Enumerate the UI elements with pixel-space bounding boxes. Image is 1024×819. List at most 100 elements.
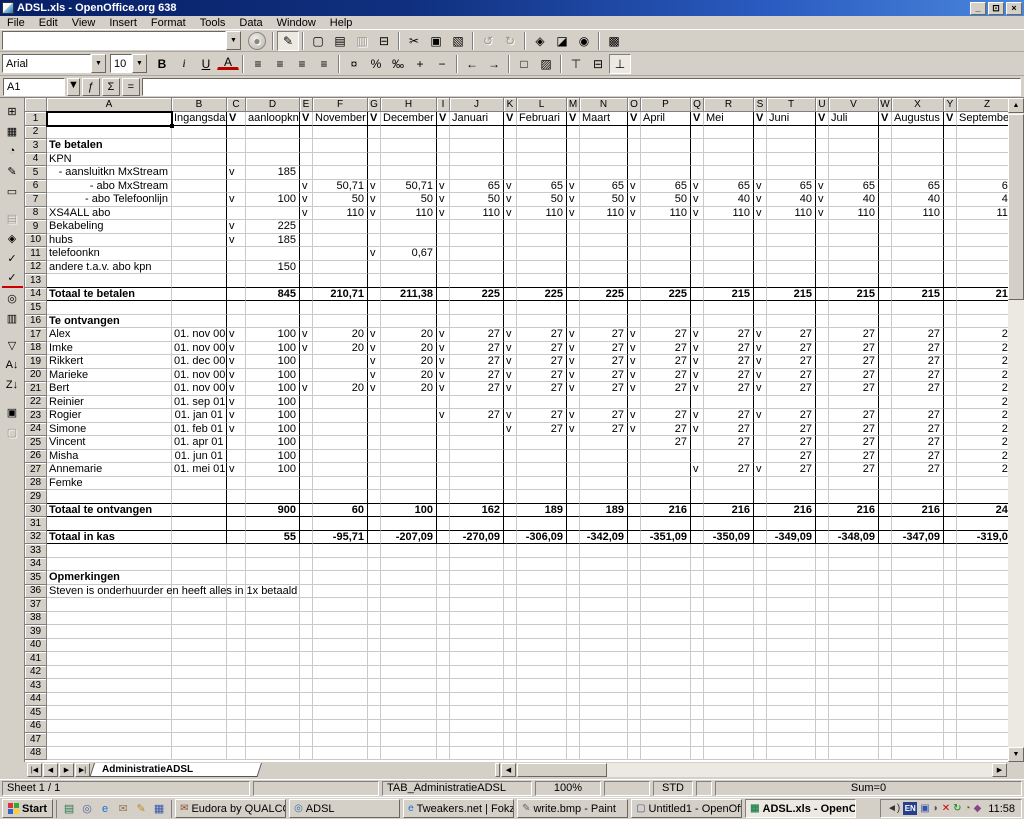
cell-q28[interactable] [691, 477, 704, 491]
cell-y30[interactable] [944, 504, 957, 518]
cell-o41[interactable] [628, 652, 641, 666]
search-icon[interactable]: ◎ [79, 801, 95, 817]
cell-p36[interactable] [641, 585, 691, 599]
sort-descending-icon[interactable]: Z↓ [2, 375, 23, 395]
cell-o43[interactable] [628, 679, 641, 693]
cell-j8[interactable]: 110 [450, 207, 504, 221]
cell-c20[interactable]: v [227, 369, 246, 383]
cell-j15[interactable] [450, 301, 504, 315]
cell-e13[interactable] [300, 274, 313, 288]
cell-w24[interactable] [879, 423, 892, 437]
cell-j10[interactable] [450, 234, 504, 248]
cell-s7[interactable]: v [754, 193, 767, 207]
cell-p38[interactable] [641, 612, 691, 626]
column-header-h[interactable]: H [381, 98, 437, 112]
cell-d7[interactable]: 100 [246, 193, 300, 207]
cell-c44[interactable] [227, 693, 246, 707]
cell-q15[interactable] [691, 301, 704, 315]
cell-s16[interactable] [754, 315, 767, 329]
cell-e48[interactable] [300, 747, 313, 761]
cell-l2[interactable] [517, 126, 567, 140]
cell-j3[interactable] [450, 139, 504, 153]
cell-b39[interactable] [172, 625, 227, 639]
cell-r5[interactable] [704, 166, 754, 180]
cell-w2[interactable] [879, 126, 892, 140]
cell-i11[interactable] [437, 247, 450, 261]
align-bottom-icon[interactable]: ⊥ [609, 54, 631, 74]
cell-r13[interactable] [704, 274, 754, 288]
cell-a17[interactable]: Alex [47, 328, 172, 342]
cell-k42[interactable] [504, 666, 517, 680]
cell-k14[interactable] [504, 288, 517, 302]
cell-o8[interactable]: v [628, 207, 641, 221]
cell-e40[interactable] [300, 639, 313, 653]
cell-a26[interactable]: Misha [47, 450, 172, 464]
cell-y7[interactable] [944, 193, 957, 207]
cell-v30[interactable]: 216 [829, 504, 879, 518]
cell-a25[interactable]: Vincent [47, 436, 172, 450]
cell-j39[interactable] [450, 625, 504, 639]
cell-a47[interactable] [47, 733, 172, 747]
cell-q41[interactable] [691, 652, 704, 666]
cell-y4[interactable] [944, 153, 957, 167]
cell-e25[interactable] [300, 436, 313, 450]
cell-c33[interactable] [227, 544, 246, 558]
cell-r4[interactable] [704, 153, 754, 167]
cell-v29[interactable] [829, 490, 879, 504]
row-header-30[interactable]: 30 [25, 504, 47, 518]
antivirus-icon[interactable]: ✕ [942, 803, 950, 814]
cell-m1[interactable]: V [567, 112, 580, 126]
cell-u28[interactable] [816, 477, 829, 491]
cell-c14[interactable] [227, 288, 246, 302]
cell-p4[interactable] [641, 153, 691, 167]
cell-u47[interactable] [816, 733, 829, 747]
cell-l35[interactable] [517, 571, 567, 585]
cell-v20[interactable]: 27 [829, 369, 879, 383]
cell-r17[interactable]: 27 [704, 328, 754, 342]
cell-c26[interactable] [227, 450, 246, 464]
align-top-icon[interactable]: ⊤ [565, 54, 587, 74]
cell-x48[interactable] [892, 747, 944, 761]
cell-b34[interactable] [172, 558, 227, 572]
cell-n36[interactable] [580, 585, 628, 599]
paste-icon[interactable]: ▧ [447, 31, 469, 51]
quickstart-icon[interactable]: ◆ [974, 803, 982, 814]
cell-n42[interactable] [580, 666, 628, 680]
cell-q24[interactable]: v [691, 423, 704, 437]
cell-r32[interactable]: -350,09 [704, 531, 754, 545]
volume-icon[interactable]: ◄) [887, 803, 900, 814]
menu-item-window[interactable]: Window [270, 16, 323, 30]
cell-g30[interactable] [368, 504, 381, 518]
cell-o12[interactable] [628, 261, 641, 275]
cell-k46[interactable] [504, 720, 517, 734]
cell-m13[interactable] [567, 274, 580, 288]
hscroll-left-icon[interactable]: ◀ [501, 763, 516, 777]
cell-y45[interactable] [944, 706, 957, 720]
cell-u43[interactable] [816, 679, 829, 693]
cell-c22[interactable]: v [227, 396, 246, 410]
cell-g8[interactable]: v [368, 207, 381, 221]
cell-b33[interactable] [172, 544, 227, 558]
cell-t22[interactable] [767, 396, 816, 410]
row-header-27[interactable]: 27 [25, 463, 47, 477]
cell-o22[interactable] [628, 396, 641, 410]
cell-v14[interactable]: 215 [829, 288, 879, 302]
cell-a2[interactable] [47, 126, 172, 140]
cell-y14[interactable] [944, 288, 957, 302]
vertical-scroll-thumb[interactable] [1008, 114, 1024, 300]
cell-z39[interactable] [957, 625, 1008, 639]
cell-j18[interactable]: 27 [450, 342, 504, 356]
cell-k24[interactable]: v [504, 423, 517, 437]
cell-t27[interactable]: 27 [767, 463, 816, 477]
cell-u17[interactable] [816, 328, 829, 342]
autofilter-icon[interactable]: ▽ [2, 335, 23, 355]
cell-a20[interactable]: Marieke [47, 369, 172, 383]
cell-t44[interactable] [767, 693, 816, 707]
cell-n45[interactable] [580, 706, 628, 720]
cell-m5[interactable] [567, 166, 580, 180]
cell-k11[interactable] [504, 247, 517, 261]
cell-f30[interactable]: 60 [313, 504, 368, 518]
cell-f48[interactable] [313, 747, 368, 761]
cell-p35[interactable] [641, 571, 691, 585]
cell-f29[interactable] [313, 490, 368, 504]
